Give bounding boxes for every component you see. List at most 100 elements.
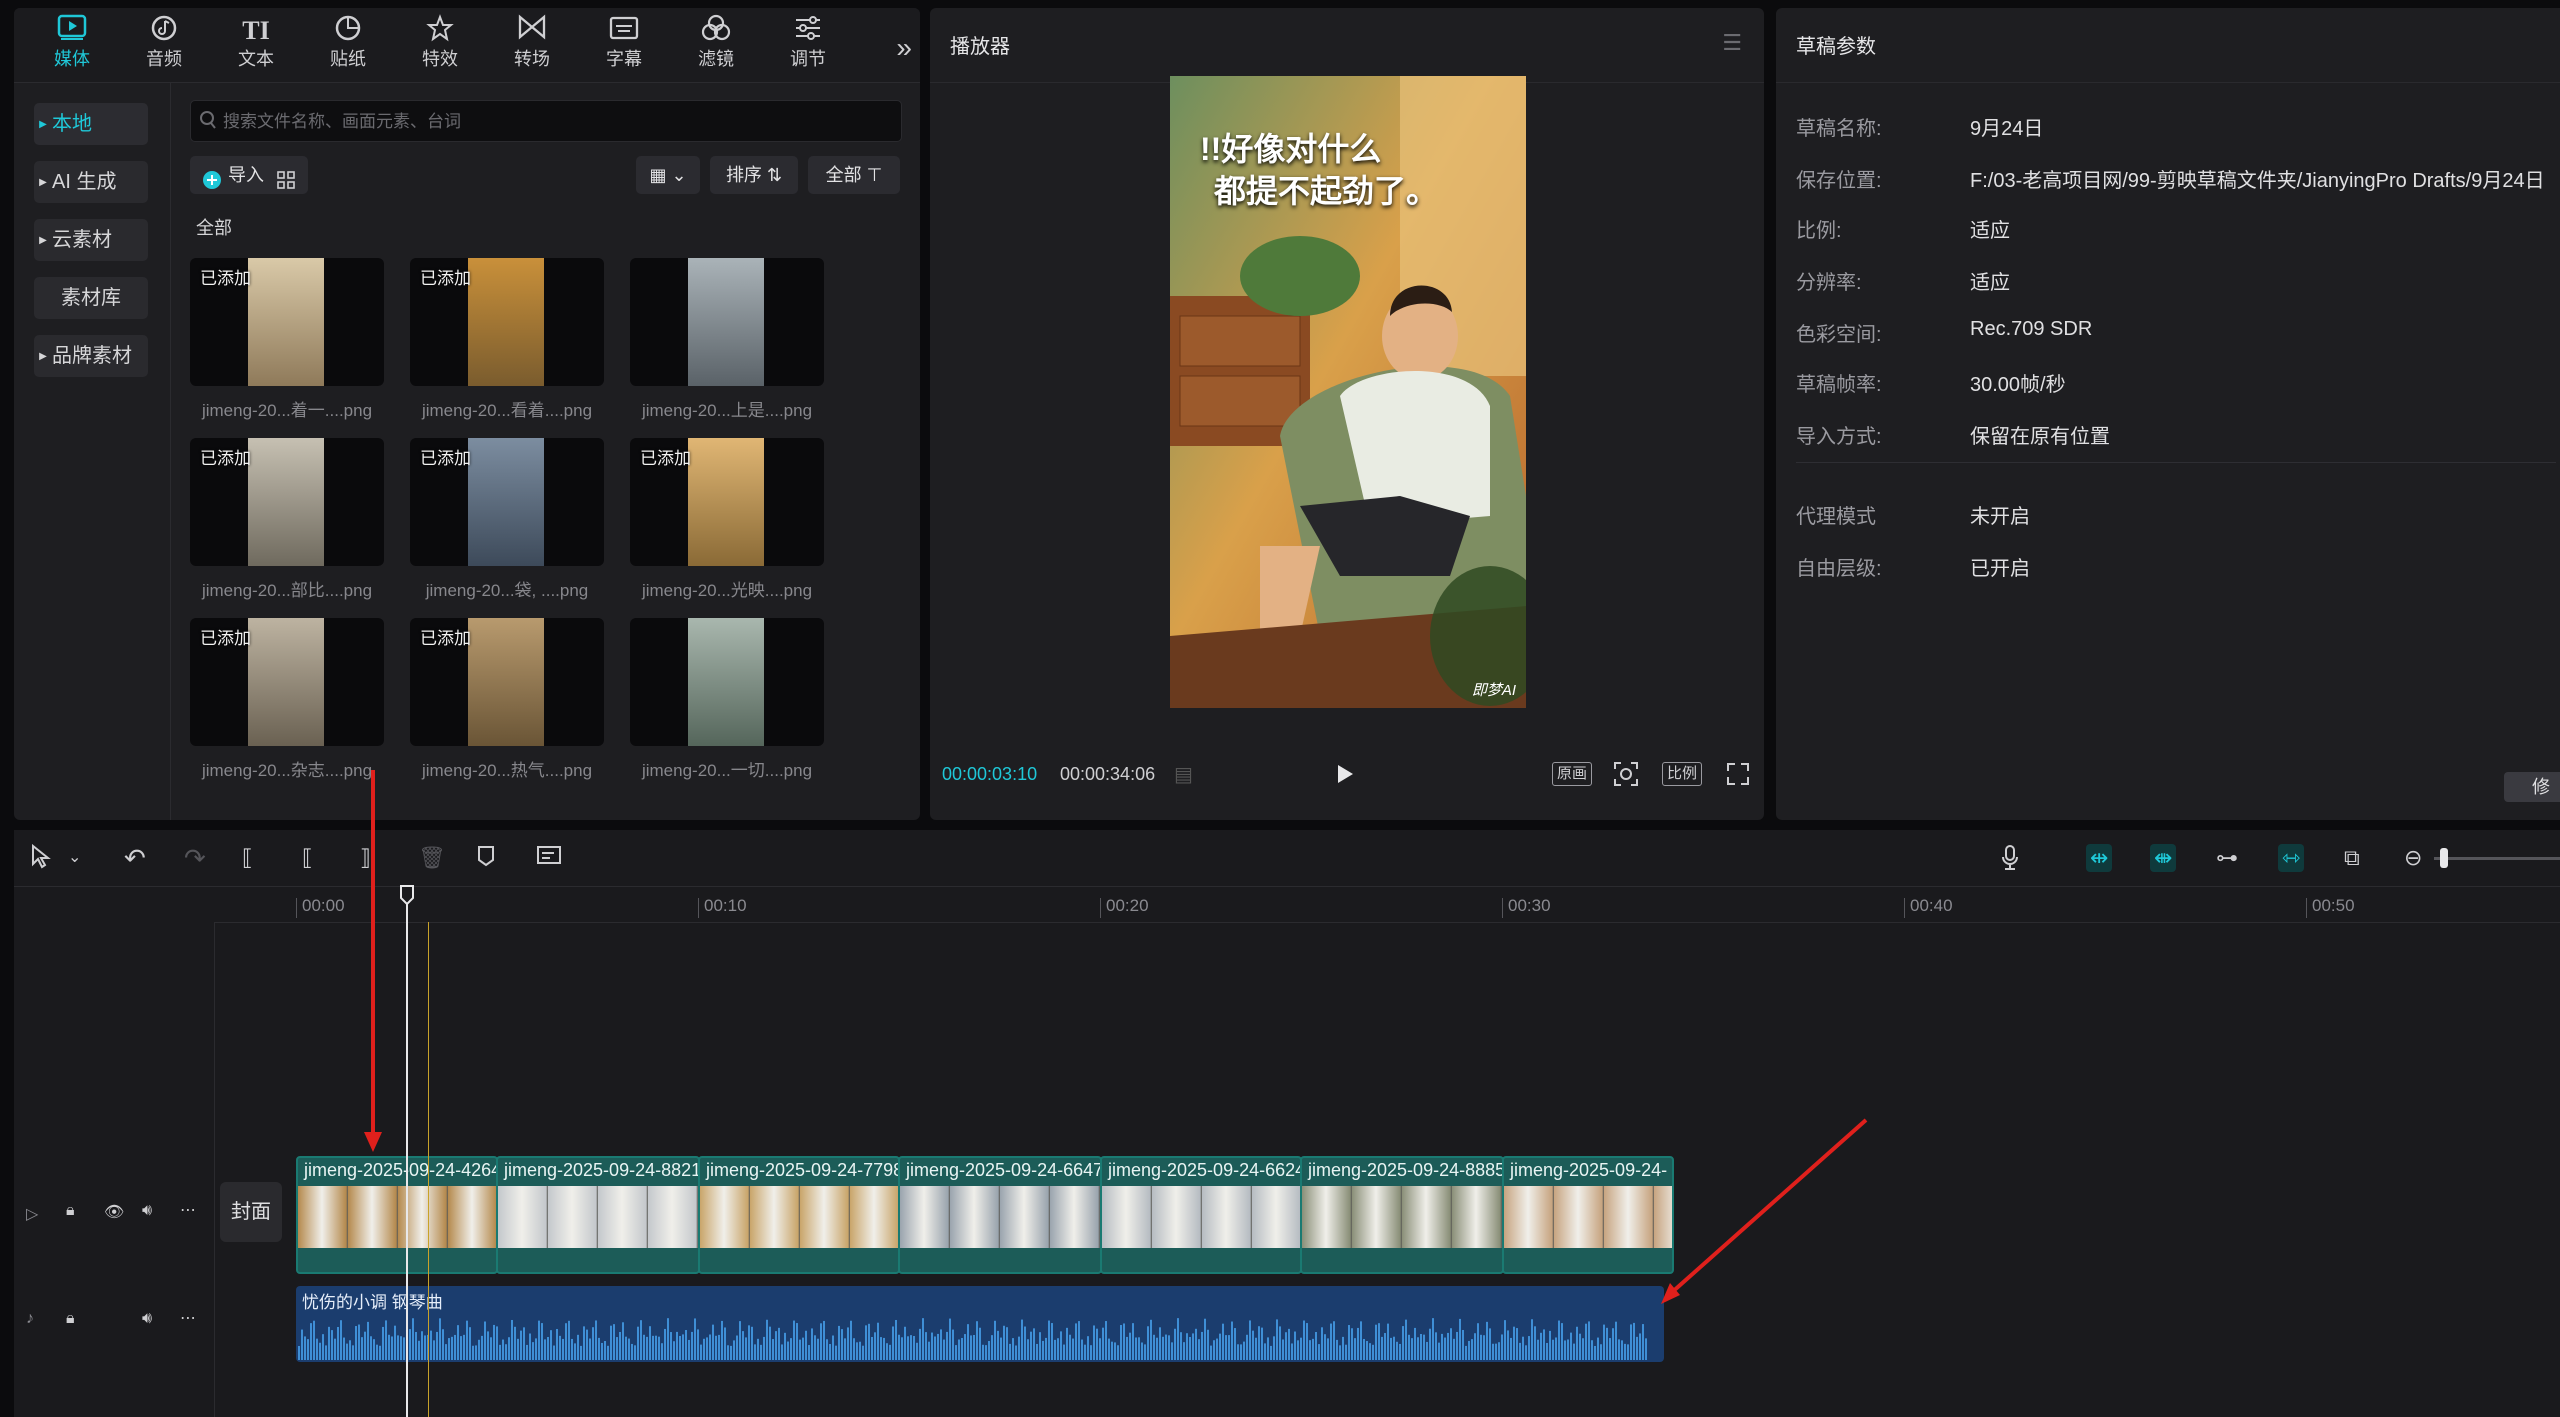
waveform-bar — [457, 1325, 459, 1360]
sort-icon: ⇅ — [766, 165, 783, 185]
media-thumbnail[interactable]: 已添加 — [190, 438, 384, 566]
waveform-bar — [625, 1336, 627, 1360]
waveform-bar — [547, 1337, 549, 1360]
tab-filter[interactable]: 滤镜 — [676, 14, 756, 78]
sidebar-item-local[interactable]: ▶ 本地 — [34, 103, 148, 145]
tab-sticker[interactable]: 贴纸 — [308, 14, 388, 78]
split-icon[interactable]: ⟦ — [242, 844, 253, 872]
video-clip[interactable]: jimeng-2025-09-24-7798 — [698, 1156, 900, 1274]
zoom-fit-icon[interactable]: ⧉ — [2344, 844, 2360, 872]
waveform-bar — [778, 1327, 780, 1360]
waveform-bar — [1171, 1342, 1173, 1360]
search-input[interactable] — [221, 101, 885, 143]
sidebar-item-ai-generate[interactable]: ▶ AI 生成 — [34, 161, 148, 203]
preview-axis-icon[interactable]: ⇿ — [2278, 844, 2305, 872]
import-button[interactable]: 导入 — [190, 156, 308, 194]
video-clip[interactable]: jimeng-2025-09-24- — [1502, 1156, 1674, 1274]
zoom-out-icon[interactable]: ⊖ — [2404, 844, 2422, 872]
audio-clip[interactable]: 忧伤的小调 钢琴曲 — [296, 1286, 1664, 1362]
waveform-bar — [1294, 1331, 1296, 1360]
playhead[interactable] — [406, 886, 408, 1417]
speaker-icon[interactable]: 🔊︎ — [142, 1202, 152, 1220]
playhead-handle[interactable] — [398, 884, 416, 911]
lock-icon[interactable]: 🔒︎ — [66, 1310, 75, 1328]
undo-icon[interactable]: ↶ — [124, 844, 146, 872]
media-thumbnail[interactable]: 已添加 — [190, 618, 384, 746]
zoom-slider[interactable] — [2434, 857, 2560, 860]
media-thumbnail[interactable] — [630, 618, 824, 746]
media-thumbnail[interactable] — [630, 258, 824, 386]
tab-effects[interactable]: 特效 — [400, 14, 480, 78]
lock-icon[interactable]: 🔒︎ — [66, 1202, 75, 1220]
prop-value: Rec.709 SDR — [1970, 318, 2093, 340]
auto-snap-icon[interactable]: ⇼ — [2150, 844, 2177, 872]
waveform-bar — [1105, 1321, 1107, 1360]
text-icon: TI — [242, 16, 270, 45]
media-icon — [32, 14, 112, 48]
more-icon[interactable]: ⋯ — [180, 1308, 196, 1328]
waveform-bar — [988, 1341, 990, 1360]
waveform-bar — [1633, 1322, 1635, 1360]
media-thumbnail[interactable]: 已添加 — [190, 258, 384, 386]
waveform-bar — [1096, 1328, 1098, 1360]
filter-button[interactable]: 全部 ⊤ — [808, 156, 900, 194]
play-button[interactable] — [1334, 762, 1356, 791]
zoom-slider-handle[interactable] — [2440, 848, 2448, 868]
sort-button[interactable]: 排序 ⇅ — [710, 156, 798, 194]
menu-icon[interactable]: ☰ — [1722, 30, 1742, 56]
media-thumbnail[interactable]: 已添加 — [410, 438, 604, 566]
speaker-icon[interactable]: 🔊︎ — [142, 1310, 152, 1328]
sidebar-item-brand[interactable]: ▶ 品牌素材 — [34, 335, 148, 377]
waveform-bar — [577, 1334, 579, 1360]
link-icon[interactable]: ⊶ — [2216, 844, 2238, 872]
waveform-bar — [601, 1342, 603, 1360]
tab-audio[interactable]: 音频 — [124, 14, 204, 78]
video-clip[interactable]: jimeng-2025-09-24-4264 — [296, 1156, 498, 1274]
tab-subtitle[interactable]: 字幕 — [584, 14, 664, 78]
split-right-icon[interactable]: ⟧ — [360, 844, 371, 872]
waveform-bar — [856, 1342, 858, 1360]
waveform-bar — [670, 1332, 672, 1360]
select-tool-icon[interactable] — [30, 843, 52, 875]
split-left-icon[interactable]: ⟦ — [302, 844, 313, 872]
more-tabs-icon[interactable]: » — [896, 32, 912, 64]
waveform-bar — [694, 1318, 696, 1360]
video-clip[interactable]: jimeng-2025-09-24-6647 — [898, 1156, 1102, 1274]
media-thumbnail[interactable]: 已添加 — [410, 258, 604, 386]
draft-title: 草稿参数 — [1796, 36, 1876, 58]
waveform-bar — [1411, 1338, 1413, 1360]
waveform-bar — [1444, 1337, 1446, 1360]
waveform-bar — [529, 1333, 531, 1360]
video-preview[interactable]: !!好像对什么 都提不起劲了。 即梦AI — [1170, 76, 1526, 708]
microphone-icon[interactable] — [2000, 844, 2020, 877]
media-thumbnail[interactable]: 已添加 — [410, 618, 604, 746]
waveform-bar — [1522, 1336, 1524, 1360]
video-clip[interactable]: jimeng-2025-09-24-8821 — [496, 1156, 700, 1274]
redo-icon[interactable]: ↷ — [184, 844, 206, 872]
fullscreen-icon[interactable] — [1726, 762, 1750, 791]
main-track-magnet-icon[interactable]: ⇹ — [2086, 844, 2113, 872]
tab-media[interactable]: 媒体 — [32, 14, 112, 78]
original-quality-button[interactable]: 原画 — [1552, 762, 1593, 786]
focus-icon[interactable] — [1612, 760, 1640, 793]
cover-button[interactable]: 封面 — [220, 1182, 282, 1242]
video-clip[interactable]: jimeng-2025-09-24-8885 — [1300, 1156, 1504, 1274]
delete-icon[interactable]: 🗑 — [418, 844, 446, 872]
chevron-down-icon[interactable]: ⌄ — [68, 844, 81, 872]
waveform-bar — [1492, 1343, 1494, 1360]
video-clip[interactable]: jimeng-2025-09-24-6624 — [1100, 1156, 1302, 1274]
tab-adjust[interactable]: 调节 — [768, 14, 848, 78]
timecode-format-icon[interactable]: ▤ — [1174, 762, 1193, 787]
marker-icon[interactable] — [476, 844, 496, 873]
tab-transition[interactable]: 转场 — [492, 14, 572, 78]
media-thumbnail[interactable]: 已添加 — [630, 438, 824, 566]
auto-caption-icon[interactable] — [536, 844, 564, 873]
eye-icon[interactable]: 👁︎ — [104, 1202, 124, 1222]
sidebar-item-library[interactable]: 素材库 — [34, 277, 148, 319]
aspect-ratio-button[interactable]: 比例 — [1662, 762, 1703, 786]
modify-button[interactable]: 修 — [2504, 772, 2560, 802]
more-icon[interactable]: ⋯ — [180, 1200, 196, 1220]
tab-text[interactable]: TI 文本 — [216, 14, 296, 78]
view-mode-dropdown[interactable]: ▦ ⌄ — [636, 156, 700, 194]
sidebar-item-cloud[interactable]: ▶ 云素材 — [34, 219, 148, 261]
